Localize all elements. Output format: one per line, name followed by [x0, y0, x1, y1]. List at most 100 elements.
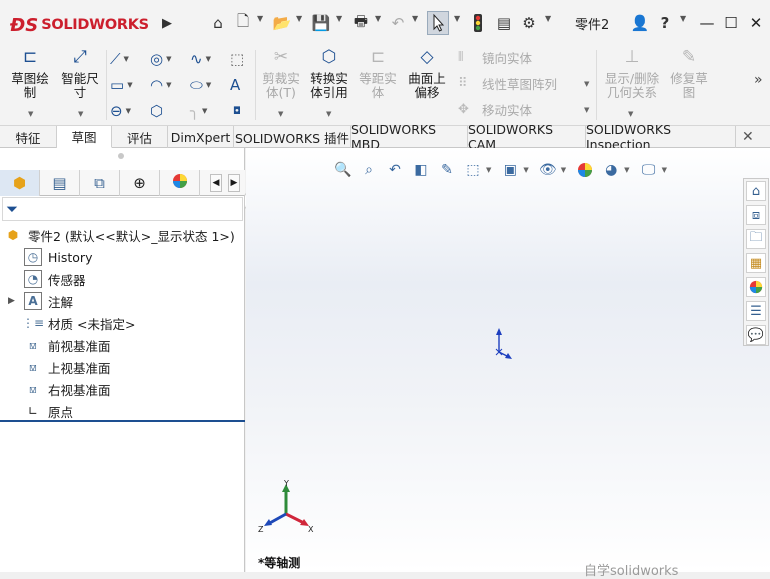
dynamic-annotation-icon[interactable]: ✎ [434, 159, 460, 181]
smart-dimension-button[interactable]: ⤢ 智能尺 寸 [55, 49, 105, 100]
rebuild-traffic-light-icon[interactable] [470, 12, 486, 34]
trim-entities-button[interactable]: ✂ 剪裁实 体(T) [256, 49, 306, 100]
tab-solidworks-inspection[interactable]: SOLIDWORKS Inspection [586, 122, 736, 152]
custom-properties-icon[interactable]: ☰ [746, 301, 766, 321]
file-explorer-folder-icon[interactable]: 🗀 [746, 229, 766, 249]
tree-item-origin[interactable]: ∟ 原点 [24, 400, 73, 422]
chevron-down-icon[interactable]: ▼ [78, 110, 83, 118]
chevron-down-icon[interactable]: ▼ [326, 110, 331, 118]
file-properties-icon[interactable]: ▤ [494, 12, 514, 34]
tree-root-part[interactable]: ⬢ 零件2 (默认<<默认>_显示状态 1>) [4, 224, 235, 246]
chevron-down-icon[interactable]: ▼ [584, 80, 589, 88]
configurationmanager-tab[interactable]: ⧉ [80, 170, 120, 196]
panel-resize-grip[interactable] [118, 153, 124, 159]
zoom-to-fit-icon[interactable]: 🔍 [330, 159, 356, 181]
edit-appearance-icon[interactable] [572, 159, 598, 181]
text-tool[interactable]: A [230, 74, 240, 96]
save-icon[interactable]: 💾 [311, 12, 331, 34]
home-icon[interactable]: ⌂ [208, 12, 228, 34]
display-delete-relations-button[interactable]: ⊥ 显示/删除 几何关系 [600, 49, 664, 100]
move-entities-button[interactable]: ✥ 移动实体 [458, 98, 532, 120]
chevron-down-icon[interactable]: ▼ [628, 110, 633, 118]
view-orientation-icon[interactable]: ⬚ [460, 159, 486, 181]
view-palette-icon[interactable]: ▦ [746, 253, 766, 273]
maximize-icon[interactable]: ☐ [720, 12, 742, 34]
chevron-down-icon[interactable]: ▼ [336, 14, 342, 23]
forum-chat-icon[interactable]: 💬 [746, 325, 766, 345]
chevron-down-icon[interactable]: ▼ [454, 14, 460, 23]
chevron-down-icon[interactable]: ▼ [296, 14, 302, 23]
chevron-down-icon[interactable]: ▼ [166, 81, 171, 89]
view-settings-monitor-icon[interactable]: 🖵 [636, 159, 662, 181]
tab-solidworks-mbd[interactable]: SOLIDWORKS MBD [351, 122, 468, 152]
tab-sketch[interactable]: 草图 [57, 126, 112, 148]
line-tool[interactable]: ⟋ ▼ [110, 48, 129, 70]
chevron-down-icon[interactable]: ▼ [662, 166, 667, 174]
rectangle-tool[interactable]: ▭ ▼ [110, 74, 133, 96]
chevron-down-icon[interactable]: ▼ [523, 166, 528, 174]
undo-icon[interactable]: ↶ [388, 12, 408, 34]
chevron-down-icon[interactable]: ▼ [206, 55, 211, 63]
expand-arrow-icon[interactable]: ▶ [8, 296, 15, 306]
section-view-icon[interactable]: ◧ [408, 159, 434, 181]
linear-pattern-button[interactable]: ⠿ 线性草图阵列 [458, 72, 557, 94]
tab-solidworks-addins[interactable]: SOLIDWORKS 插件 [234, 126, 351, 148]
polygon-tool[interactable]: ⬡ [150, 100, 163, 122]
arc-tool[interactable]: ◠ ▼ [150, 74, 171, 96]
spline-tool[interactable]: ∿ ▼ [190, 48, 211, 70]
chevron-down-icon[interactable]: ▼ [124, 55, 129, 63]
circle-tool[interactable]: ◎ ▼ [150, 48, 171, 70]
zoom-to-area-icon[interactable]: ⌕ [356, 159, 382, 181]
dimxpertmanager-tab[interactable]: ⊕ [120, 170, 160, 196]
new-document-icon[interactable]: 🗋 [234, 12, 252, 34]
help-icon[interactable]: ? [655, 12, 675, 34]
display-style-icon[interactable]: ▣ [497, 159, 523, 181]
solidworks-resources-home-icon[interactable]: ⌂ [746, 181, 766, 201]
tree-item-material[interactable]: ⋮≡ 材质 <未指定> [22, 312, 135, 334]
chevron-down-icon[interactable]: ▼ [584, 106, 589, 114]
chevron-down-icon[interactable]: ▼ [257, 14, 263, 23]
chevron-down-icon[interactable]: ▼ [126, 107, 131, 115]
construction-geometry-tool[interactable]: ⬚ [230, 48, 244, 70]
design-library-icon[interactable]: ⧈ [746, 205, 766, 225]
menu-expand-arrow-icon[interactable]: ▶ [160, 12, 174, 34]
ribbon-more-chevron-icon[interactable]: » [754, 72, 763, 88]
chevron-down-icon[interactable]: ▼ [680, 14, 686, 23]
options-gear-icon[interactable]: ⚙ [519, 12, 539, 34]
tab-evaluate[interactable]: 评估 [112, 126, 168, 148]
fillet-tool[interactable]: ╮ ▼ [190, 100, 207, 122]
tab-scroll-right-icon[interactable]: ▶ [228, 174, 240, 192]
hide-show-items-icon[interactable]: 👁 [535, 159, 561, 181]
chevron-down-icon[interactable]: ▼ [561, 166, 566, 174]
tree-item-right-plane[interactable]: ⟏ 右视基准面 [24, 378, 110, 400]
open-folder-icon[interactable]: 📂 [271, 12, 293, 34]
offset-on-surface-button[interactable]: ◇ 曲面上 偏移 [402, 49, 452, 100]
previous-view-icon[interactable]: ↶ [382, 159, 408, 181]
user-account-icon[interactable]: 👤 [630, 12, 650, 34]
slot-tool[interactable]: ⊖ ▼ [110, 100, 131, 122]
chevron-down-icon[interactable]: ▼ [28, 110, 33, 118]
point-tool[interactable]: ◘ [233, 100, 241, 122]
ellipse-tool[interactable]: ⬭ ▼ [190, 74, 211, 96]
minimize-icon[interactable]: — [696, 12, 718, 34]
tab-features[interactable]: 特征 [0, 126, 57, 148]
close-icon[interactable]: ✕ [742, 129, 754, 145]
sketch-button[interactable]: ⊏ 草图绘 制 [5, 49, 55, 100]
offset-entities-button[interactable]: ⊏ 等距实 体 [353, 49, 403, 100]
chevron-down-icon[interactable]: ▼ [166, 55, 171, 63]
chevron-down-icon[interactable]: ▼ [375, 14, 381, 23]
chevron-down-icon[interactable]: ▼ [412, 14, 418, 23]
mirror-entities-button[interactable]: ⫴ 镜向实体 [458, 46, 532, 68]
featuremanager-tree-tab[interactable]: ⬢ [0, 170, 40, 196]
chevron-down-icon[interactable]: ▼ [206, 81, 211, 89]
chevron-down-icon[interactable]: ▼ [202, 107, 207, 115]
tab-solidworks-cam[interactable]: SOLIDWORKS CAM [468, 122, 586, 152]
chevron-down-icon[interactable]: ▼ [545, 14, 551, 23]
print-icon[interactable]: 🖶 [350, 12, 372, 34]
convert-entities-button[interactable]: ⬡ 转换实 体引用 [304, 49, 354, 100]
repair-sketch-button[interactable]: ✎ 修复草 图 [664, 49, 714, 100]
chevron-down-icon[interactable]: ▼ [127, 81, 132, 89]
chevron-down-icon[interactable]: ▼ [486, 166, 491, 174]
tree-filter-input[interactable]: ⏷ [2, 197, 243, 221]
apply-scene-icon[interactable]: ◕ [598, 159, 624, 181]
